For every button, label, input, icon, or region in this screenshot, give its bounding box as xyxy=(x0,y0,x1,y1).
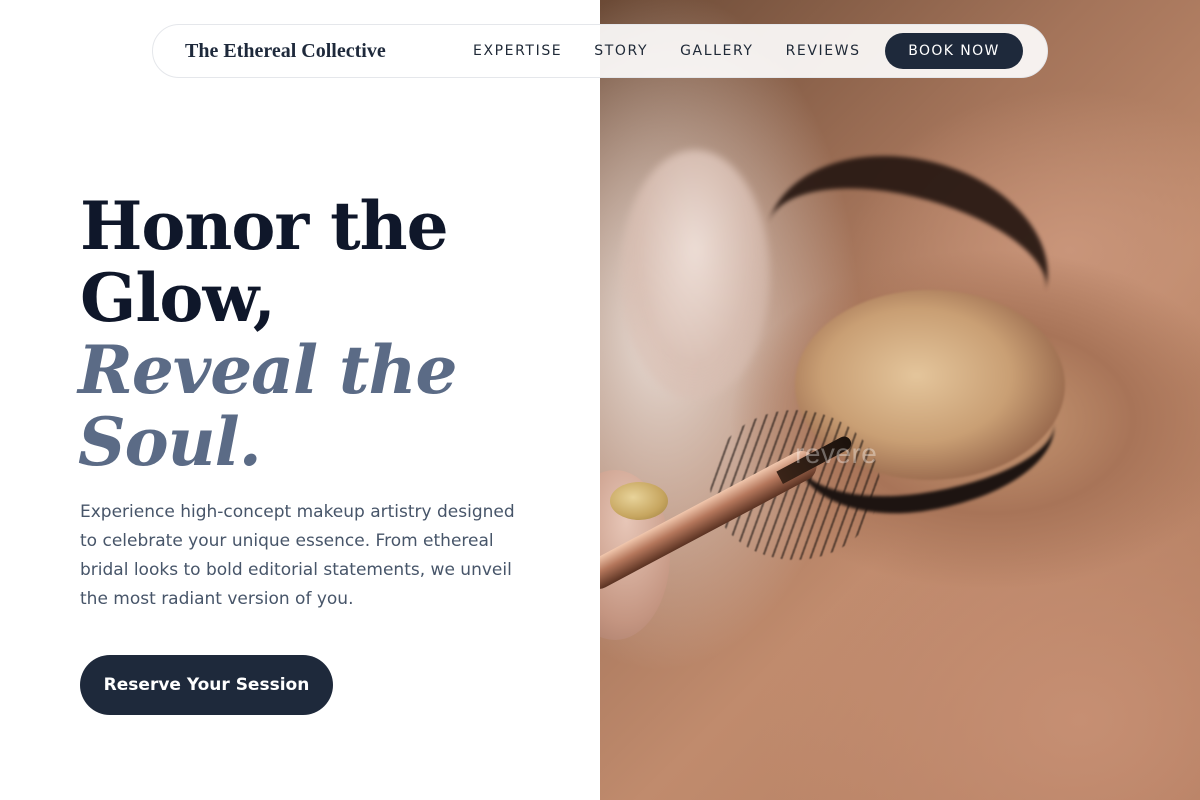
blurred-finger xyxy=(620,150,770,400)
book-now-button[interactable]: BOOK NOW xyxy=(885,33,1023,69)
gold-nail xyxy=(610,482,668,520)
hero-headline: Honor the Glow, xyxy=(80,190,580,334)
accent-line-1: Reveal the xyxy=(78,331,457,409)
nav-link-story[interactable]: STORY xyxy=(594,43,648,59)
eyebrow xyxy=(763,123,1072,317)
hero-image: revere xyxy=(600,0,1200,800)
nav-links: EXPERTISE STORY GALLERY REVIEWS xyxy=(473,25,893,77)
headline-line-1: Honor the xyxy=(80,187,449,265)
top-navigation: The Ethereal Collective EXPERTISE STORY … xyxy=(152,24,1048,78)
brand-logo[interactable]: The Ethereal Collective xyxy=(185,25,386,77)
reserve-session-button[interactable]: Reserve Your Session xyxy=(80,655,333,715)
nav-link-reviews[interactable]: REVIEWS xyxy=(786,43,861,59)
hero-headline-accent: Reveal the Soul. xyxy=(78,334,578,478)
nav-link-expertise[interactable]: EXPERTISE xyxy=(473,43,562,59)
image-watermark: revere xyxy=(795,438,878,469)
accent-line-2: Soul. xyxy=(78,403,262,481)
headline-line-2: Glow, xyxy=(80,259,276,337)
hero-description: Experience high-concept makeup artistry … xyxy=(80,502,515,609)
nav-link-gallery[interactable]: GALLERY xyxy=(680,43,753,59)
